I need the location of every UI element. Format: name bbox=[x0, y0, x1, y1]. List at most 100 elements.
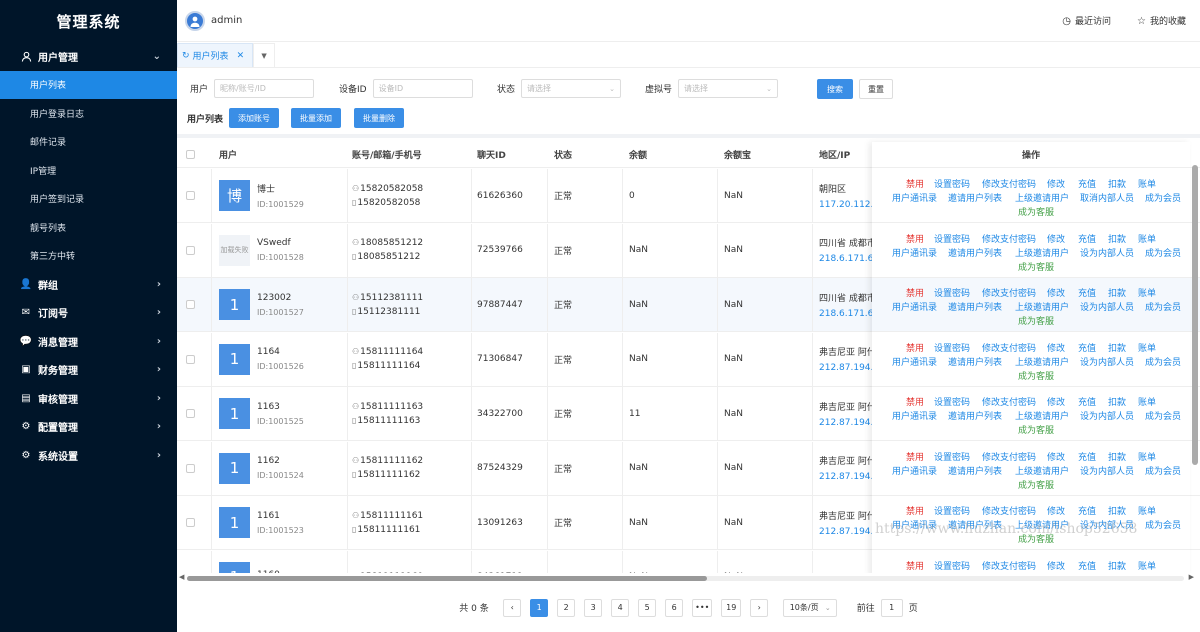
page-button[interactable]: 6 bbox=[665, 598, 684, 617]
next-page-button[interactable]: › bbox=[750, 598, 769, 617]
row-checkbox[interactable] bbox=[186, 518, 195, 527]
menu-group-5[interactable]: ⚙ 配置管理 › bbox=[0, 413, 177, 442]
recharge-link[interactable]: 充值 bbox=[1078, 286, 1096, 299]
tab-user-list[interactable]: ↻ 用户列表 ✕ bbox=[177, 43, 254, 67]
ip-link[interactable]: 218.6.171.62 bbox=[819, 254, 875, 264]
recharge-link[interactable]: 充值 bbox=[1078, 395, 1096, 408]
goto-page-input[interactable]: 1 bbox=[880, 598, 903, 617]
horizontal-scrollbar[interactable]: ◀ ▶ bbox=[177, 573, 1200, 583]
set-password-link[interactable]: 设置密码 bbox=[934, 232, 970, 245]
edit-pay-password-link[interactable]: 修改支付密码 bbox=[982, 559, 1036, 572]
user-search-input[interactable]: 昵称/账号/ID bbox=[214, 79, 315, 98]
internal-staff-link[interactable]: 设为内部人员 bbox=[1080, 464, 1134, 477]
edit-pay-password-link[interactable]: 修改支付密码 bbox=[982, 450, 1036, 463]
become-member-link[interactable]: 成为会员 bbox=[1145, 409, 1181, 422]
bill-link[interactable]: 账单 bbox=[1138, 504, 1156, 517]
status-select[interactable]: 请选择 ⌄ bbox=[521, 79, 622, 98]
bill-link[interactable]: 账单 bbox=[1138, 395, 1156, 408]
search-button[interactable]: 搜索 bbox=[817, 79, 853, 99]
become-service-link[interactable]: 成为客服 bbox=[1018, 205, 1054, 218]
set-password-link[interactable]: 设置密码 bbox=[934, 504, 970, 517]
deduct-link[interactable]: 扣款 bbox=[1108, 177, 1126, 190]
edit-link[interactable]: 修改 bbox=[1047, 450, 1065, 463]
device-id-input[interactable]: 设备ID bbox=[372, 79, 473, 98]
recent-visits-button[interactable]: ◷ 最近访问 bbox=[1062, 14, 1111, 27]
set-password-link[interactable]: 设置密码 bbox=[934, 177, 970, 190]
become-member-link[interactable]: 成为会员 bbox=[1145, 300, 1181, 313]
become-member-link[interactable]: 成为会员 bbox=[1145, 191, 1181, 204]
invite-list-link[interactable]: 邀请用户列表 bbox=[948, 246, 1002, 259]
vertical-scrollbar[interactable] bbox=[1192, 165, 1198, 575]
set-password-link[interactable]: 设置密码 bbox=[934, 559, 970, 572]
menu-group-1[interactable]: ✉ 订阅号 › bbox=[0, 299, 177, 328]
batch-delete-button[interactable]: 批量删除 bbox=[354, 108, 404, 128]
menu-group-3[interactable]: ▣ 财务管理 › bbox=[0, 356, 177, 385]
superior-inviter-link[interactable]: 上级邀请用户 bbox=[1015, 355, 1069, 368]
become-service-link[interactable]: 成为客服 bbox=[1018, 369, 1054, 382]
ban-link[interactable]: 禁用 bbox=[906, 177, 924, 190]
edit-link[interactable]: 修改 bbox=[1047, 177, 1065, 190]
internal-staff-link[interactable]: 设为内部人员 bbox=[1080, 355, 1134, 368]
ban-link[interactable]: 禁用 bbox=[906, 504, 924, 517]
ban-link[interactable]: 禁用 bbox=[906, 341, 924, 354]
deduct-link[interactable]: 扣款 bbox=[1108, 450, 1126, 463]
deduct-link[interactable]: 扣款 bbox=[1108, 395, 1126, 408]
add-account-button[interactable]: 添加账号 bbox=[229, 108, 279, 128]
invite-list-link[interactable]: 邀请用户列表 bbox=[948, 409, 1002, 422]
menu-user-management[interactable]: 用户管理 ⌄ bbox=[0, 42, 177, 71]
edit-link[interactable]: 修改 bbox=[1047, 504, 1065, 517]
menu-group-6[interactable]: ⚙ 系统设置 › bbox=[0, 441, 177, 470]
tab-dropdown-button[interactable]: ▼ bbox=[253, 43, 276, 67]
contacts-link[interactable]: 用户通讯录 bbox=[892, 246, 937, 259]
row-checkbox[interactable] bbox=[186, 191, 195, 200]
invite-list-link[interactable]: 邀请用户列表 bbox=[948, 300, 1002, 313]
recharge-link[interactable]: 充值 bbox=[1078, 341, 1096, 354]
contacts-link[interactable]: 用户通讯录 bbox=[892, 464, 937, 477]
page-size-select[interactable]: 10条/页 ⌄ bbox=[782, 598, 837, 617]
edit-link[interactable]: 修改 bbox=[1047, 341, 1065, 354]
internal-staff-link[interactable]: 设为内部人员 bbox=[1080, 246, 1134, 259]
admin-avatar[interactable] bbox=[185, 10, 205, 31]
prev-page-button[interactable]: ‹ bbox=[503, 598, 522, 617]
superior-inviter-link[interactable]: 上级邀请用户 bbox=[1015, 464, 1069, 477]
page-button[interactable]: 5 bbox=[638, 598, 657, 617]
recharge-link[interactable]: 充值 bbox=[1078, 177, 1096, 190]
become-member-link[interactable]: 成为会员 bbox=[1145, 355, 1181, 368]
sidebar-item-0[interactable]: 用户列表 bbox=[0, 70, 177, 99]
bill-link[interactable]: 账单 bbox=[1138, 341, 1156, 354]
recharge-link[interactable]: 充值 bbox=[1078, 450, 1096, 463]
bill-link[interactable]: 账单 bbox=[1138, 177, 1156, 190]
row-checkbox[interactable] bbox=[186, 354, 195, 364]
contacts-link[interactable]: 用户通讯录 bbox=[892, 409, 937, 422]
superior-inviter-link[interactable]: 上级邀请用户 bbox=[1015, 409, 1069, 422]
superior-inviter-link[interactable]: 上级邀请用户 bbox=[1015, 300, 1069, 313]
edit-link[interactable]: 修改 bbox=[1047, 395, 1065, 408]
deduct-link[interactable]: 扣款 bbox=[1108, 504, 1126, 517]
sidebar-item-5[interactable]: 靓号列表 bbox=[0, 213, 177, 242]
recharge-link[interactable]: 充值 bbox=[1078, 504, 1096, 517]
batch-add-button[interactable]: 批量添加 bbox=[291, 108, 341, 128]
row-checkbox[interactable] bbox=[186, 463, 195, 473]
set-password-link[interactable]: 设置密码 bbox=[934, 286, 970, 299]
edit-link[interactable]: 修改 bbox=[1047, 559, 1065, 572]
page-button[interactable]: 1 bbox=[530, 598, 549, 617]
edit-pay-password-link[interactable]: 修改支付密码 bbox=[982, 286, 1036, 299]
internal-staff-link[interactable]: 设为内部人员 bbox=[1080, 409, 1134, 422]
edit-pay-password-link[interactable]: 修改支付密码 bbox=[982, 504, 1036, 517]
contacts-link[interactable]: 用户通讯录 bbox=[892, 300, 937, 313]
edit-link[interactable]: 修改 bbox=[1047, 286, 1065, 299]
sidebar-item-4[interactable]: 用户签到记录 bbox=[0, 185, 177, 214]
ip-link[interactable]: 212.87.194.3 bbox=[819, 472, 875, 482]
superior-inviter-link[interactable]: 上级邀请用户 bbox=[1015, 191, 1069, 204]
bill-link[interactable]: 账单 bbox=[1138, 232, 1156, 245]
deduct-link[interactable]: 扣款 bbox=[1108, 341, 1126, 354]
become-member-link[interactable]: 成为会员 bbox=[1145, 518, 1181, 531]
contacts-link[interactable]: 用户通讯录 bbox=[892, 191, 937, 204]
edit-pay-password-link[interactable]: 修改支付密码 bbox=[982, 341, 1036, 354]
ban-link[interactable]: 禁用 bbox=[906, 232, 924, 245]
menu-group-0[interactable]: 👤 群组 › bbox=[0, 270, 177, 299]
bill-link[interactable]: 账单 bbox=[1138, 286, 1156, 299]
superior-inviter-link[interactable]: 上级邀请用户 bbox=[1015, 246, 1069, 259]
recharge-link[interactable]: 充值 bbox=[1078, 559, 1096, 572]
internal-staff-link[interactable]: 取消内部人员 bbox=[1080, 191, 1134, 204]
